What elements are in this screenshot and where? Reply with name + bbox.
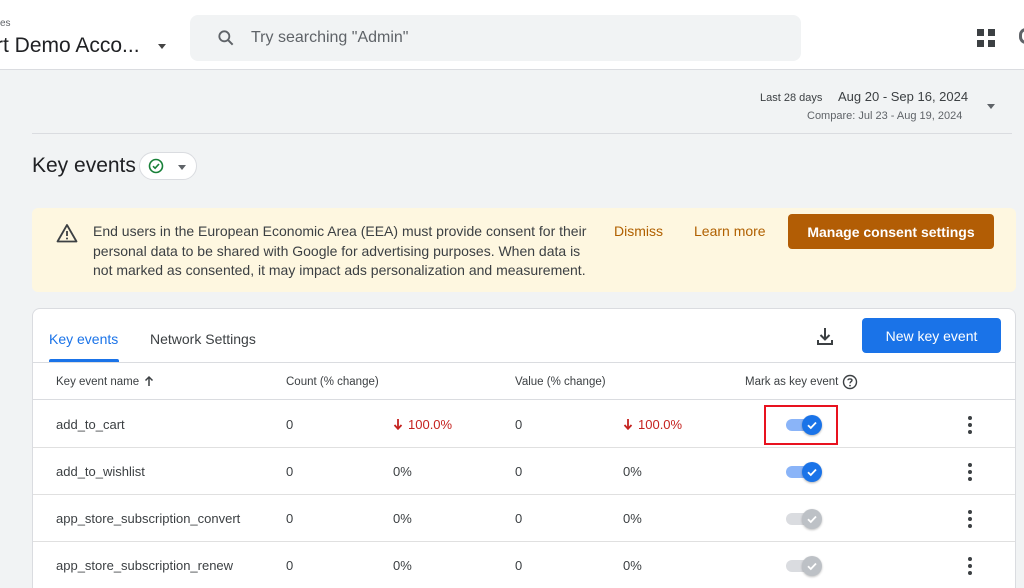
count-change: 0% <box>393 464 412 479</box>
account-chevron-down-icon[interactable] <box>158 44 166 49</box>
date-compare: Compare: Jul 23 - Aug 19, 2024 <box>807 110 963 122</box>
count: 0 <box>286 417 294 432</box>
column-header-count[interactable]: Count (% change) <box>286 376 379 388</box>
check-icon <box>807 468 817 477</box>
event-name: add_to_wishlist <box>56 464 145 479</box>
date-range[interactable]: Aug 20 - Sep 16, 2024 <box>838 89 968 104</box>
account-selector[interactable]: rt Demo Acco... <box>0 34 140 58</box>
count: 0 <box>286 464 294 479</box>
search-input[interactable]: Try searching "Admin" <box>190 15 801 61</box>
top-bar: es rt Demo Acco... Try searching "Admin" <box>0 0 1024 70</box>
table-row: app_store_subscription_convert 0 0% 0 0% <box>33 495 1015 542</box>
arrow-up-icon[interactable] <box>143 375 155 387</box>
count-change-value: 100.0% <box>408 417 453 432</box>
consent-banner: End users in the European Economic Area … <box>32 208 1016 292</box>
count-change: 100.0% <box>393 417 452 432</box>
more-vert-icon[interactable] <box>965 415 975 435</box>
more-vert-icon[interactable] <box>965 462 975 482</box>
value-change: 0% <box>623 464 642 479</box>
tab-key-events[interactable]: Key events <box>49 331 118 347</box>
manage-consent-button[interactable]: Manage consent settings <box>788 214 994 249</box>
learn-more-link[interactable]: Learn more <box>694 223 766 239</box>
banner-message: End users in the European Economic Area … <box>93 223 587 278</box>
value: 0 <box>515 511 523 526</box>
help-icon[interactable] <box>842 374 858 390</box>
table-row: add_to_cart 0 100.0% 0 100.0% <box>33 401 1015 448</box>
key-events-card: Key events Network Settings New key even… <box>32 308 1016 588</box>
highlight-box <box>764 405 838 445</box>
event-name: app_store_subscription_renew <box>56 558 234 573</box>
value: 0 <box>515 417 523 432</box>
date-preset-chip[interactable]: Last 28 days <box>757 90 826 106</box>
key-event-toggle[interactable] <box>786 556 824 576</box>
arrow-down-icon <box>393 419 403 430</box>
check-icon <box>807 515 817 524</box>
value-change-value: 100.0% <box>638 417 683 432</box>
value-change: 100.0% <box>623 417 682 432</box>
search-icon <box>218 30 234 46</box>
event-name: add_to_cart <box>56 417 125 432</box>
value: 0 <box>515 558 523 573</box>
check-circle-icon <box>148 158 164 174</box>
more-vert-icon[interactable] <box>965 509 975 529</box>
new-key-event-button[interactable]: New key event <box>862 318 1001 353</box>
page-title: Key events <box>32 154 136 177</box>
count-change: 0% <box>393 558 412 573</box>
divider <box>32 133 1012 134</box>
account-breadcrumb: es <box>0 18 11 29</box>
table-header: Key event name Count (% change) Value (%… <box>33 362 1015 400</box>
apps-grid-icon[interactable] <box>977 29 995 47</box>
date-chevron-down-icon[interactable] <box>987 104 995 109</box>
column-header-value[interactable]: Value (% change) <box>515 376 606 388</box>
check-icon <box>807 562 817 571</box>
count: 0 <box>286 558 294 573</box>
count: 0 <box>286 511 294 526</box>
key-event-toggle[interactable] <box>786 462 824 482</box>
column-header-name[interactable]: Key event name <box>56 376 139 388</box>
value-change: 0% <box>623 511 642 526</box>
status-dropdown[interactable] <box>139 152 197 180</box>
tab-network-settings[interactable]: Network Settings <box>150 331 256 347</box>
search-placeholder: Try searching "Admin" <box>251 29 409 46</box>
dismiss-button[interactable]: Dismiss <box>614 223 663 239</box>
column-header-mark: Mark as key event <box>745 376 839 388</box>
warning-icon <box>56 224 78 243</box>
avatar[interactable] <box>1019 28 1024 44</box>
value-change: 0% <box>623 558 642 573</box>
event-name: app_store_subscription_convert <box>56 511 241 526</box>
count-change: 0% <box>393 511 412 526</box>
chevron-down-icon <box>178 165 186 170</box>
table-row: app_store_subscription_renew 0 0% 0 0% <box>33 542 1015 588</box>
table-row: add_to_wishlist 0 0% 0 0% <box>33 448 1015 495</box>
arrow-down-icon <box>623 419 633 430</box>
download-icon[interactable] <box>814 325 836 347</box>
value: 0 <box>515 464 523 479</box>
more-vert-icon[interactable] <box>965 556 975 576</box>
key-event-toggle[interactable] <box>786 509 824 529</box>
